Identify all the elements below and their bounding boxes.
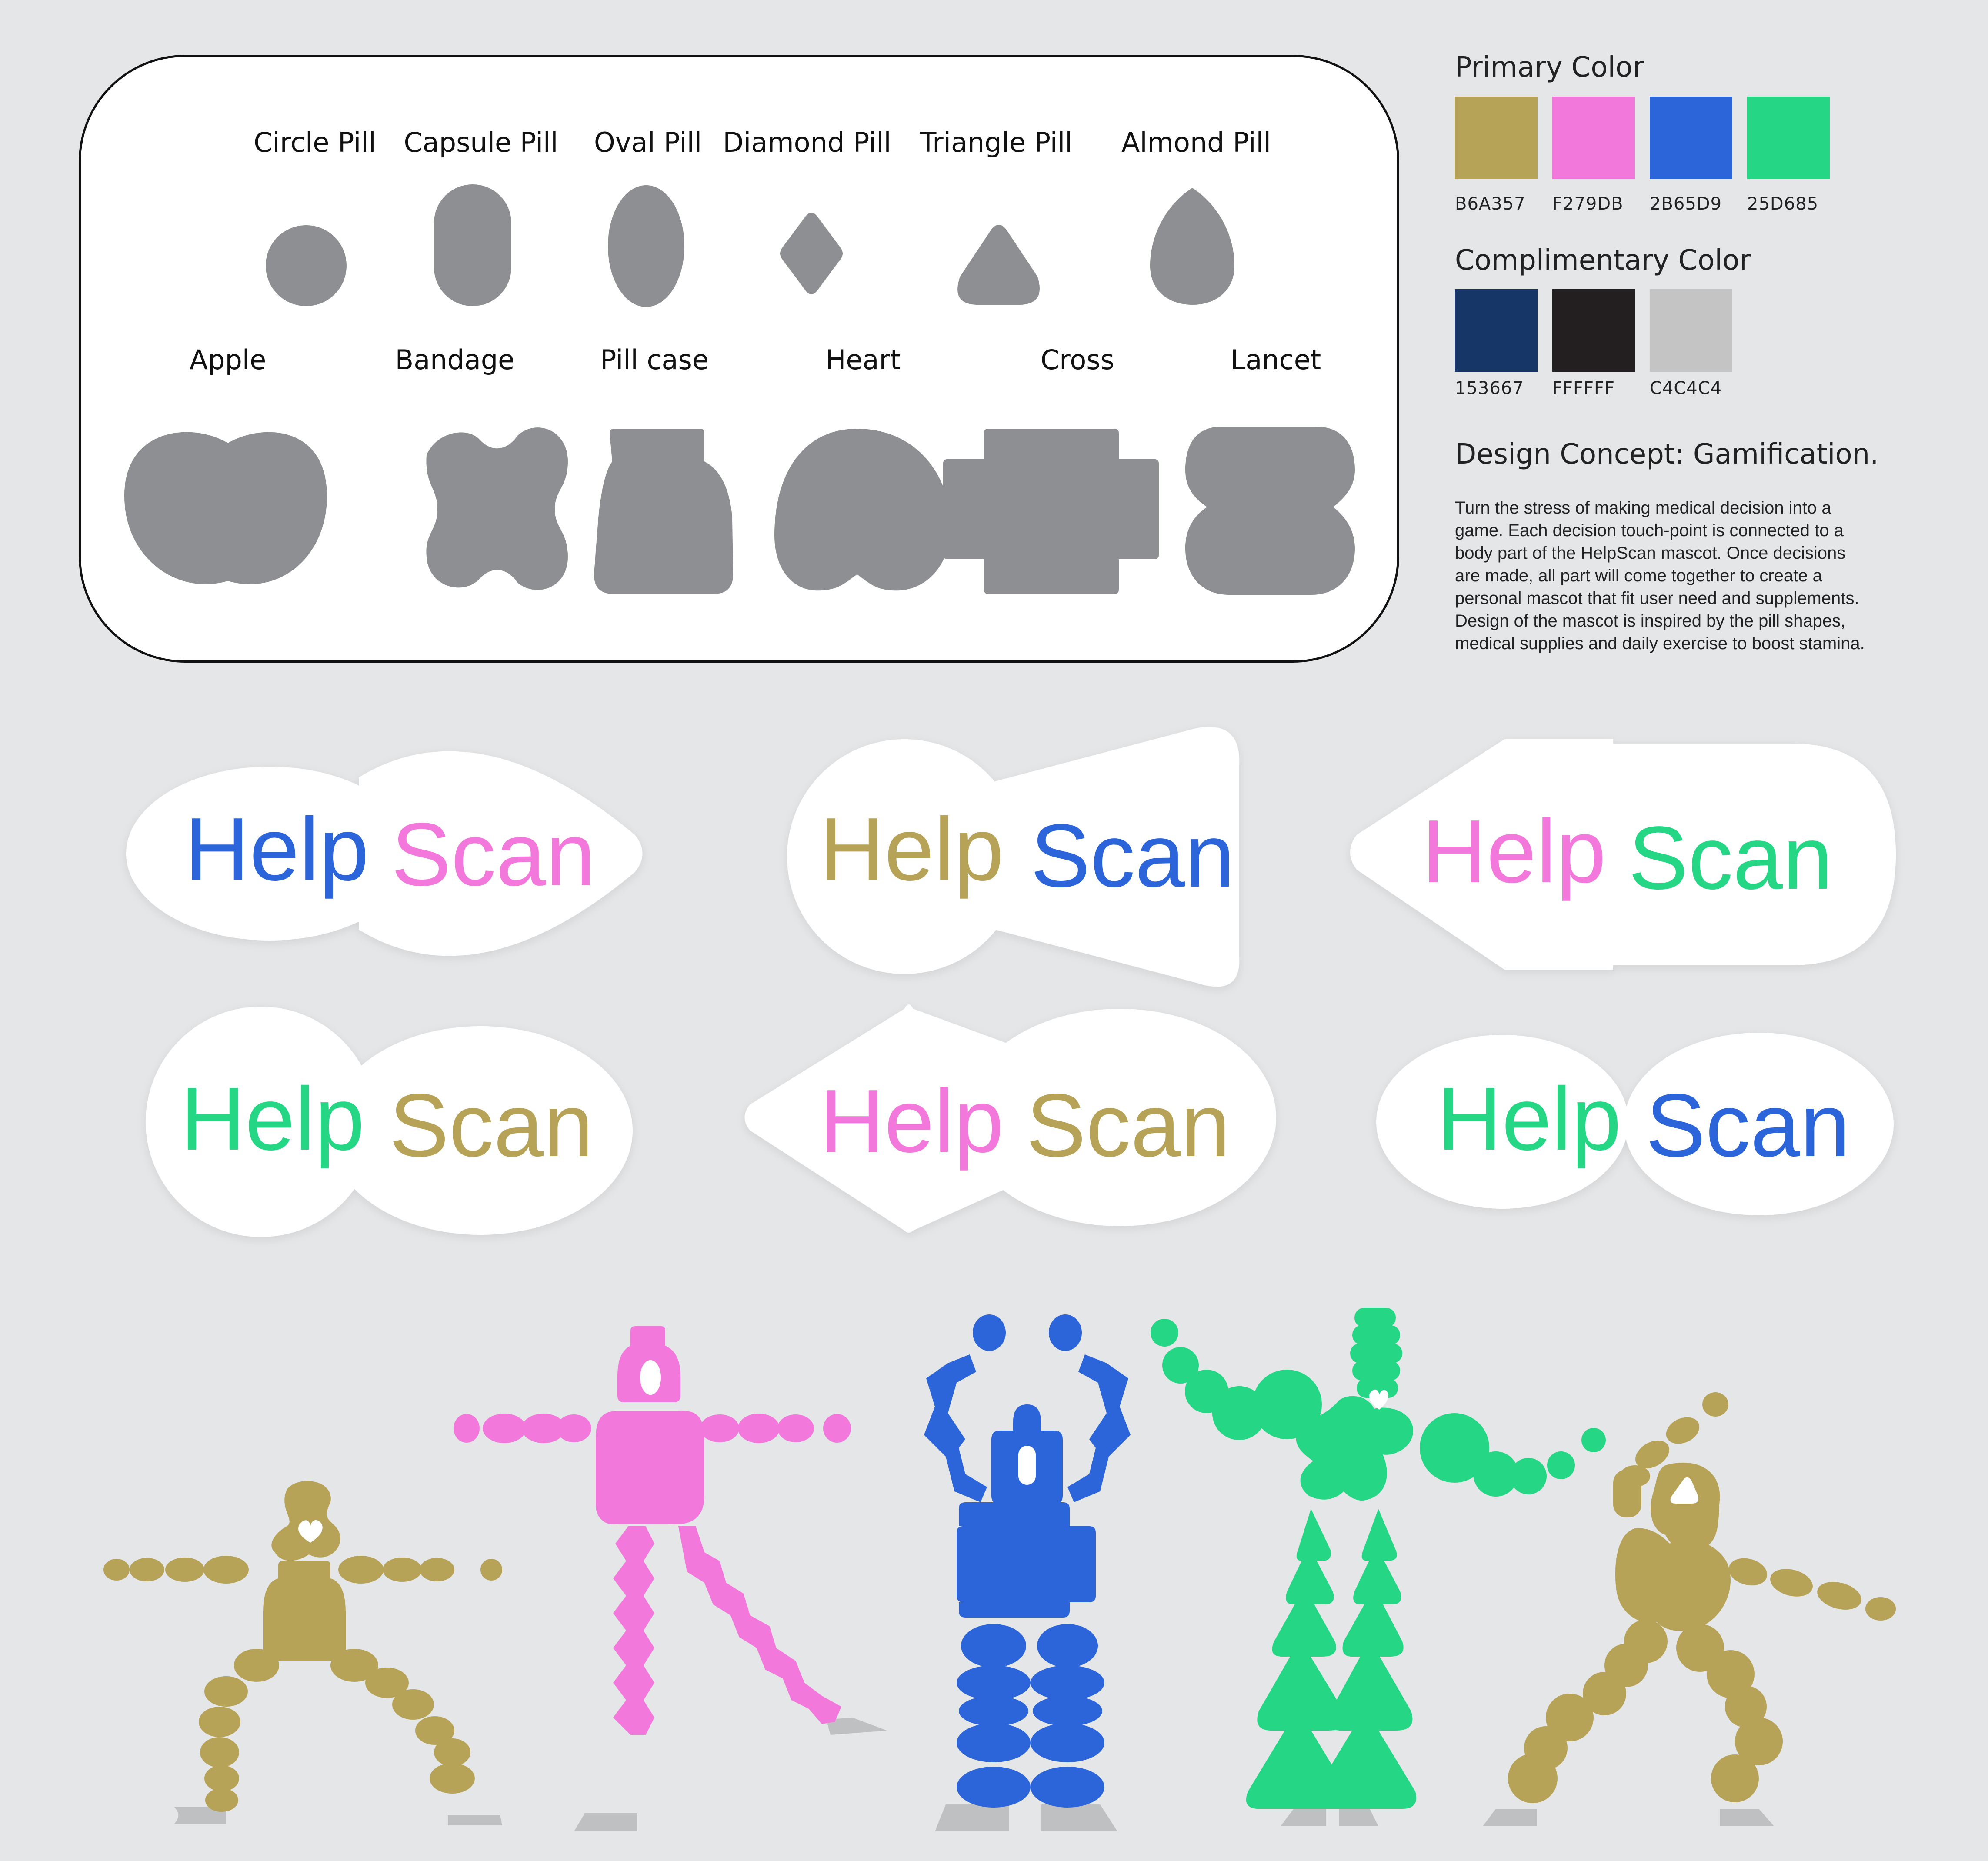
triangle-pill-shape <box>957 225 1040 305</box>
pill-shapes-card: Circle Pill Capsule Pill Oval Pill Diamo… <box>79 55 1399 663</box>
primary-hex-green: 25D685 <box>1747 194 1819 214</box>
lancet-shape <box>1185 427 1355 595</box>
complimentary-hex-black: FFFFFF <box>1552 378 1615 398</box>
mascot-lineup <box>103 1308 1896 1831</box>
helpscan-logo-1: Help Scan <box>126 730 648 974</box>
logo-2-help: Help <box>820 799 1004 899</box>
helpscan-logo-4: Help Scan <box>146 1004 633 1239</box>
diamond-pill-shape <box>780 213 843 294</box>
helpscan-logo-5: Help Scan <box>741 1000 1276 1235</box>
concept-line: medical supplies and daily exercise to b… <box>1455 634 1865 653</box>
almond-pill-shape <box>1150 188 1234 305</box>
primary-hex-pink: F279DB <box>1552 194 1624 214</box>
concept-line: personal mascot that fit user need and s… <box>1455 589 1859 608</box>
complimentary-hex-navy: 153667 <box>1455 378 1524 398</box>
logo-4-help: Help <box>180 1069 365 1169</box>
complimentary-swatch-gray <box>1650 289 1732 372</box>
logo-5-scan: Scan <box>1026 1075 1231 1175</box>
logo-1-help: Help <box>185 799 369 899</box>
complimentary-swatch-navy <box>1455 289 1538 372</box>
logo-6-scan: Scan <box>1646 1075 1850 1175</box>
blue-mascot <box>924 1314 1131 1808</box>
primary-swatch-gold <box>1455 97 1538 179</box>
primary-swatch-blue <box>1650 97 1732 179</box>
logo-5-help: Help <box>820 1071 1004 1171</box>
concept-line: game. Each decision touch-point is conne… <box>1455 521 1844 540</box>
complimentary-color-title: Complimentary Color <box>1455 244 1751 277</box>
primary-swatch-green <box>1747 97 1830 179</box>
logo-2-scan: Scan <box>1031 806 1235 906</box>
cross-shape <box>943 429 1159 594</box>
bandage-shape <box>426 427 568 590</box>
primary-hex-blue: 2B65D9 <box>1650 194 1722 214</box>
complimentary-swatch-black <box>1552 289 1635 372</box>
primary-swatch-pink <box>1552 97 1635 179</box>
primary-color-title: Primary Color <box>1455 51 1644 83</box>
blue-mascot-face <box>1018 1446 1036 1485</box>
pink-mascot-face <box>640 1360 661 1395</box>
concept-line: are made, all part will come together to… <box>1455 566 1822 585</box>
concept-line: body part of the HelpScan mascot. Once d… <box>1455 544 1846 563</box>
primary-hex-gold: B6A357 <box>1455 194 1526 214</box>
complimentary-hex-gray: C4C4C4 <box>1650 378 1722 398</box>
pill-shapes-drawing <box>124 184 1355 595</box>
oval-pill-shape <box>608 185 684 307</box>
capsule-pill-shape <box>434 184 511 306</box>
helpscan-logo-3: Help Scan <box>1344 739 1900 978</box>
concept-line: Design of the mascot is inspired by the … <box>1455 611 1846 630</box>
logo-4-scan: Scan <box>389 1075 594 1175</box>
pill-case-shape <box>594 429 733 594</box>
circle-pill-shape <box>266 225 347 306</box>
logo-3-scan: Scan <box>1628 808 1833 908</box>
logo-1-scan: Scan <box>391 804 596 904</box>
design-concept-body: Turn the stress of making medical decisi… <box>1455 497 1959 655</box>
logo-6-help: Help <box>1437 1069 1621 1169</box>
apple-shape <box>124 432 327 584</box>
design-concept-title: Design Concept: Gamification. <box>1455 438 1879 470</box>
helpscan-logo-6: Help Scan <box>1376 1031 1894 1215</box>
concept-line: Turn the stress of making medical decisi… <box>1455 498 1831 517</box>
heart-shape <box>774 429 951 591</box>
helpscan-logo-2: Help Scan <box>787 724 1248 994</box>
logo-3-help: Help <box>1422 801 1606 901</box>
